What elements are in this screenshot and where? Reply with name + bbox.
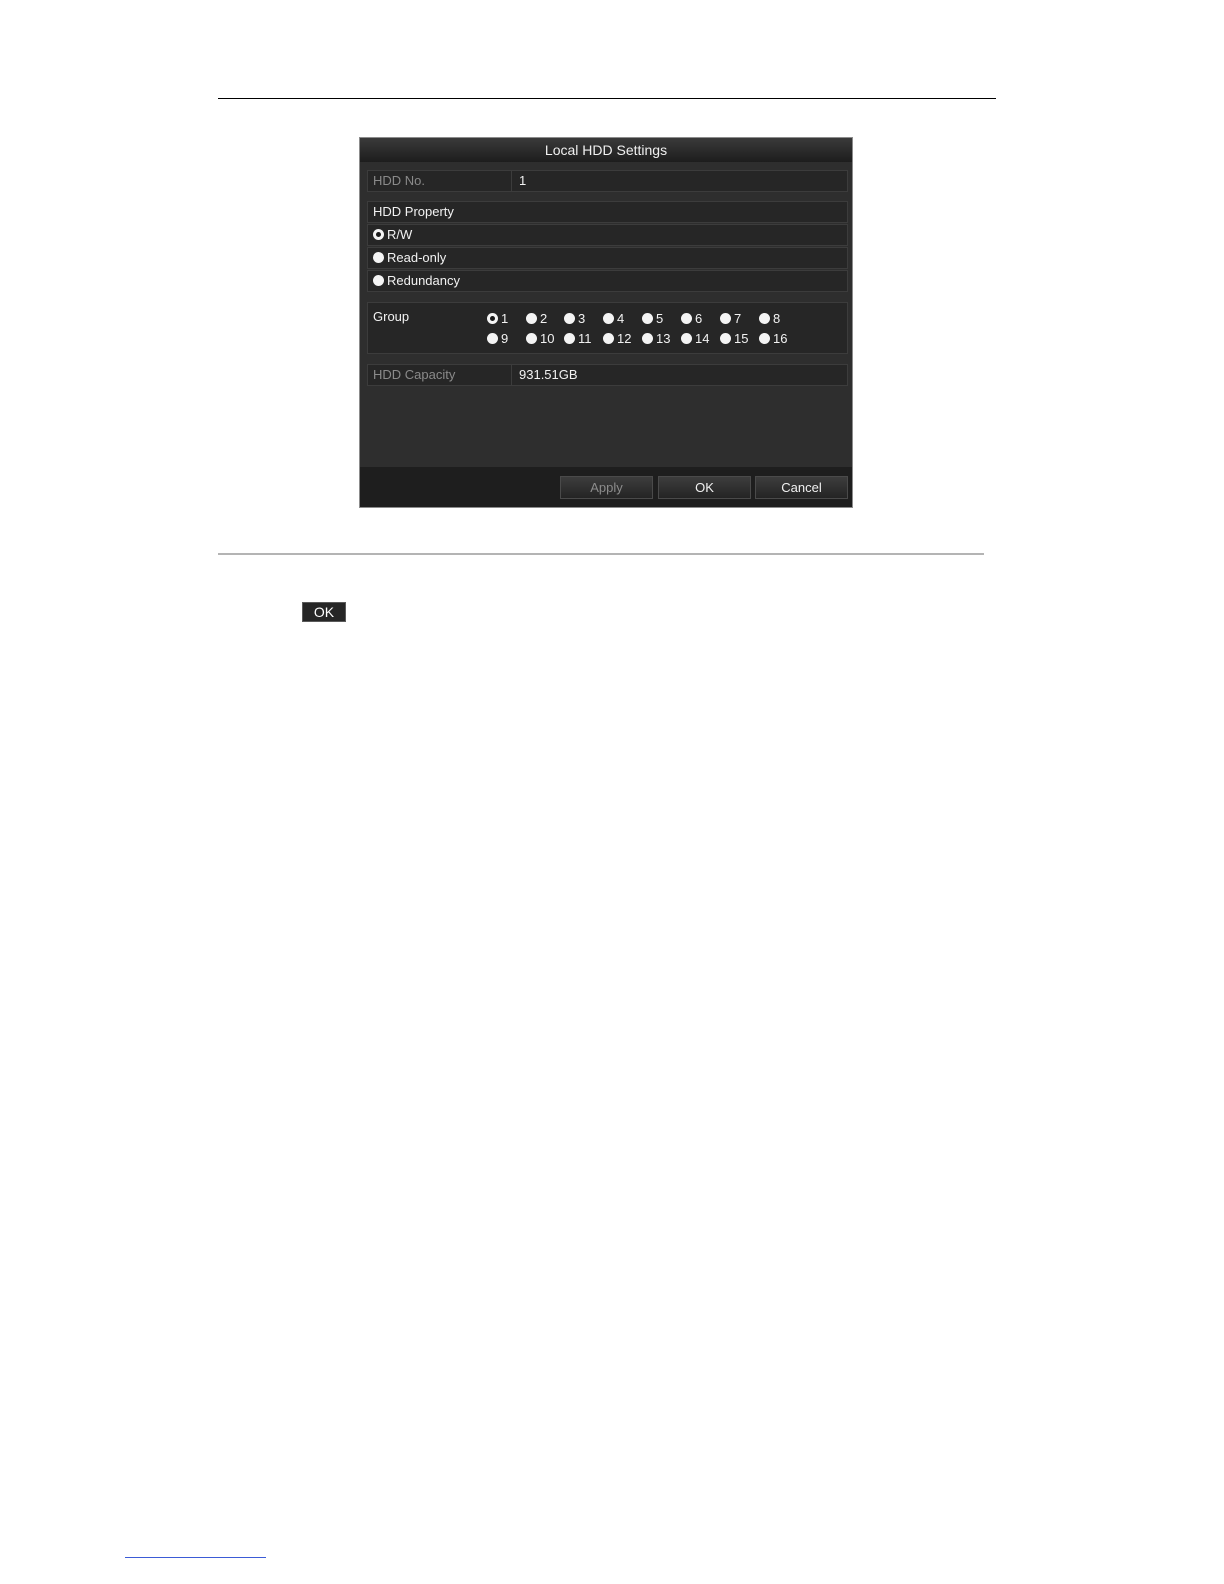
group-option-label: 14 bbox=[695, 331, 710, 346]
group-option-label: 7 bbox=[734, 311, 742, 326]
hdd-property-header: HDD Property bbox=[367, 201, 848, 223]
radio-group-16[interactable] bbox=[759, 333, 770, 344]
row-divider bbox=[511, 171, 512, 191]
group-option-11[interactable]: 11 bbox=[564, 332, 592, 346]
group-option-16[interactable]: 16 bbox=[759, 332, 787, 346]
group-option-10[interactable]: 10 bbox=[526, 332, 554, 346]
property-option-read-only[interactable]: Read-only bbox=[367, 247, 848, 269]
hdd-capacity-value: 931.51GB bbox=[519, 367, 578, 382]
group-option-6[interactable]: 6 bbox=[681, 312, 702, 326]
group-option-label: 3 bbox=[578, 311, 586, 326]
footer-link-underline bbox=[125, 1557, 266, 1558]
group-option-label: 6 bbox=[695, 311, 703, 326]
group-option-12[interactable]: 12 bbox=[603, 332, 631, 346]
radio-group-8[interactable] bbox=[759, 313, 770, 324]
radio-group-6[interactable] bbox=[681, 313, 692, 324]
group-option-label: 8 bbox=[773, 311, 781, 326]
ok-button[interactable]: OK bbox=[658, 476, 751, 499]
row-divider bbox=[511, 365, 512, 385]
hdd-property-label: HDD Property bbox=[373, 204, 454, 219]
group-option-label: 10 bbox=[540, 331, 555, 346]
hdd-no-value: 1 bbox=[519, 173, 527, 188]
group-option-7[interactable]: 7 bbox=[720, 312, 741, 326]
group-option-5[interactable]: 5 bbox=[642, 312, 663, 326]
property-option-label: R/W bbox=[387, 227, 413, 242]
property-option-label: Read-only bbox=[387, 250, 447, 265]
radio-group-2[interactable] bbox=[526, 313, 537, 324]
group-option-label: 1 bbox=[501, 311, 509, 326]
group-option-2[interactable]: 2 bbox=[526, 312, 547, 326]
dialog-button-bar: Apply OK Cancel bbox=[360, 467, 852, 507]
property-option-rw[interactable]: R/W bbox=[367, 224, 848, 246]
group-option-4[interactable]: 4 bbox=[603, 312, 624, 326]
hdd-capacity-row: HDD Capacity 931.51GB bbox=[367, 364, 848, 386]
group-label: Group bbox=[373, 309, 410, 324]
radio-group-1[interactable] bbox=[487, 313, 498, 324]
bottom-rule bbox=[218, 553, 984, 555]
dialog-title: Local HDD Settings bbox=[360, 138, 852, 162]
group-option-9[interactable]: 9 bbox=[487, 332, 508, 346]
radio-read-only[interactable] bbox=[373, 252, 384, 263]
hdd-no-row: HDD No. 1 bbox=[367, 170, 848, 192]
top-rule bbox=[218, 98, 996, 99]
radio-group-15[interactable] bbox=[720, 333, 731, 344]
radio-group-9[interactable] bbox=[487, 333, 498, 344]
radio-group-5[interactable] bbox=[642, 313, 653, 324]
group-option-label: 15 bbox=[734, 331, 749, 346]
group-option-label: 2 bbox=[540, 311, 548, 326]
group-option-14[interactable]: 14 bbox=[681, 332, 709, 346]
radio-group-4[interactable] bbox=[603, 313, 614, 324]
group-option-label: 12 bbox=[617, 331, 632, 346]
group-option-label: 9 bbox=[501, 331, 509, 346]
group-option-label: 13 bbox=[656, 331, 671, 346]
radio-group-3[interactable] bbox=[564, 313, 575, 324]
group-option-label: 4 bbox=[617, 311, 625, 326]
radio-group-11[interactable] bbox=[564, 333, 575, 344]
apply-button[interactable]: Apply bbox=[560, 476, 653, 499]
group-option-15[interactable]: 15 bbox=[720, 332, 748, 346]
hdd-no-label: HDD No. bbox=[373, 173, 426, 188]
property-option-redundancy[interactable]: Redundancy bbox=[367, 270, 848, 292]
radio-group-12[interactable] bbox=[603, 333, 614, 344]
group-option-label: 5 bbox=[656, 311, 664, 326]
radio-group-14[interactable] bbox=[681, 333, 692, 344]
group-selector: Group 1 2 3 4 5 6 7 8 9 10 11 12 13 14 1… bbox=[367, 302, 848, 354]
group-option-label: 16 bbox=[773, 331, 788, 346]
group-option-label: 11 bbox=[578, 331, 592, 346]
cancel-button[interactable]: Cancel bbox=[755, 476, 848, 499]
property-option-label: Redundancy bbox=[387, 273, 460, 288]
radio-redundancy[interactable] bbox=[373, 275, 384, 286]
radio-group-10[interactable] bbox=[526, 333, 537, 344]
group-option-1[interactable]: 1 bbox=[487, 312, 508, 326]
local-hdd-settings-dialog: Local HDD Settings HDD No. 1 HDD Propert… bbox=[359, 137, 853, 508]
group-option-3[interactable]: 3 bbox=[564, 312, 585, 326]
radio-rw[interactable] bbox=[373, 229, 384, 240]
group-option-8[interactable]: 8 bbox=[759, 312, 780, 326]
radio-group-7[interactable] bbox=[720, 313, 731, 324]
group-option-13[interactable]: 13 bbox=[642, 332, 670, 346]
radio-group-13[interactable] bbox=[642, 333, 653, 344]
inline-ok-button-image: OK bbox=[302, 602, 346, 622]
hdd-capacity-label: HDD Capacity bbox=[373, 367, 456, 382]
